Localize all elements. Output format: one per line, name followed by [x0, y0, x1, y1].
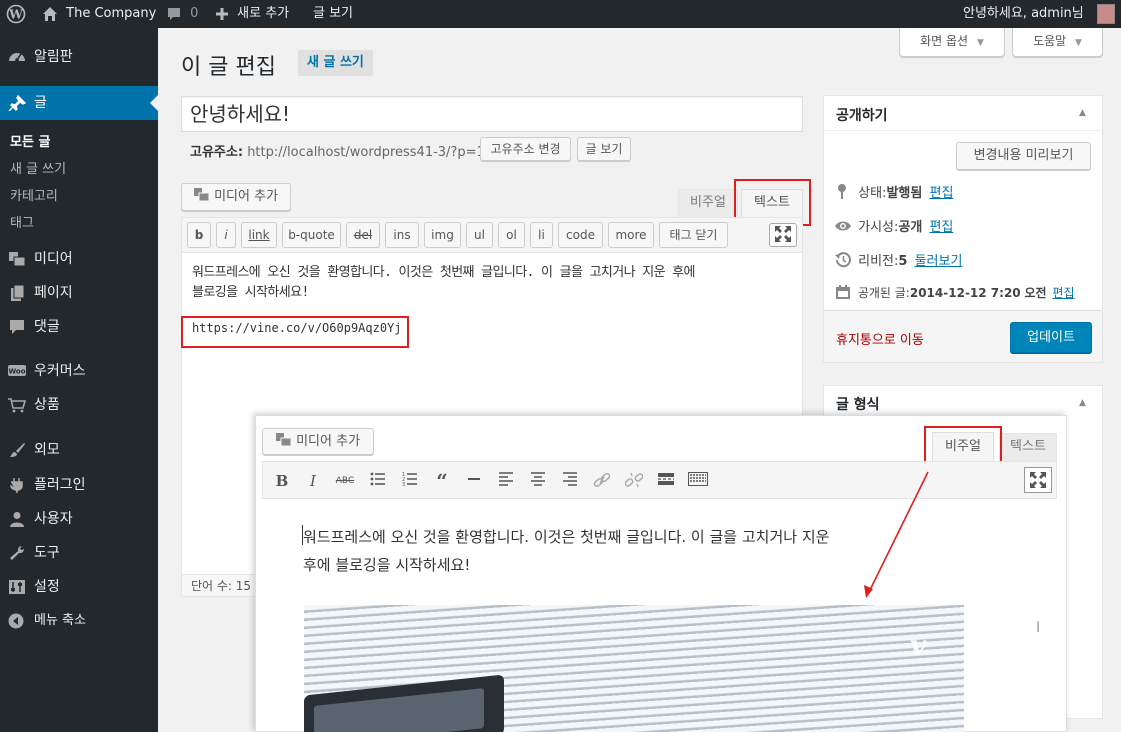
annotation-arrow — [864, 471, 929, 598]
